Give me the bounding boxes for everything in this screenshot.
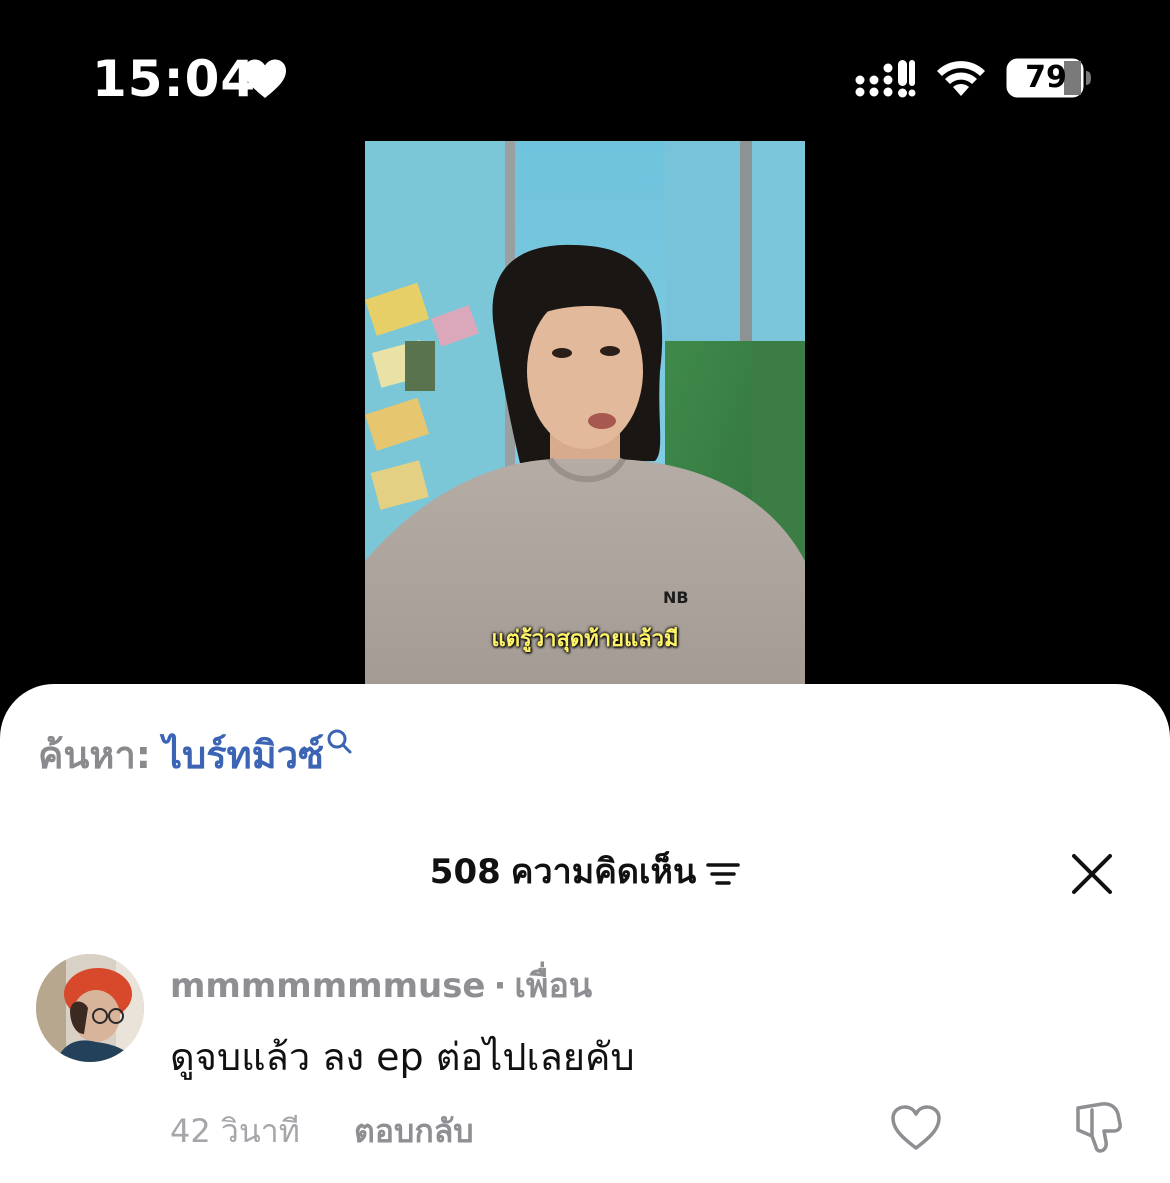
sort-icon[interactable] <box>706 859 740 889</box>
search-term-link[interactable]: ไบร์ทมิวซ์ <box>163 733 324 777</box>
comments-header: 508 ความคิดเห็น <box>0 844 1170 898</box>
heart-icon <box>244 59 286 98</box>
reply-button[interactable]: ตอบกลับ <box>354 1106 474 1157</box>
avatar-image <box>36 954 144 1062</box>
heart-outline-icon[interactable] <box>890 1104 942 1152</box>
separator-dot: · <box>493 966 507 1006</box>
screen: 15:04 79 NB แต่รู้ว่าสุดท้ายแล้วมี ค้นหา… <box>0 0 1170 1183</box>
signal-icon <box>855 60 916 98</box>
thumbs-down-icon[interactable] <box>1072 1100 1126 1154</box>
avatar[interactable] <box>36 954 144 1062</box>
comment-count: 508 <box>429 852 501 892</box>
friend-badge: เพื่อน <box>514 966 593 1006</box>
comment-count-label: ความคิดเห็น <box>510 852 697 892</box>
status-time: 15:04 <box>92 50 257 108</box>
search-icon <box>327 729 352 754</box>
comment-text: ดูจบแล้ว ลง ep ต่อไปเลยคับ <box>170 1035 635 1079</box>
search-suggestion[interactable]: ค้นหา: ไบร์ทมิวซ์ <box>38 724 352 784</box>
status-bar: 15:04 79 <box>0 0 1170 140</box>
wifi-icon <box>937 61 985 96</box>
comment-username-row: mmmmmmmuse · เพื่อน <box>170 958 592 1012</box>
comments-sheet: ค้นหา: ไบร์ทมิวซ์ 508 ความคิดเห็น mmmmmm… <box>0 684 1170 1183</box>
close-icon[interactable] <box>1070 852 1114 896</box>
battery-level: 79 <box>1025 60 1067 95</box>
video-player[interactable]: NB แต่รู้ว่าสุดท้ายแล้วมี <box>365 141 805 701</box>
comment-item: mmmmmmmuse · เพื่อน ดูจบแล้ว ลง ep ต่อไปเล… <box>36 954 1146 1154</box>
comment-username[interactable]: mmmmmmmuse <box>170 966 486 1006</box>
svg-text:NB: NB <box>663 588 689 607</box>
video-frame-image: NB <box>365 141 805 701</box>
search-prefix: ค้นหา: <box>38 733 151 777</box>
video-subtitle: แต่รู้ว่าสุดท้ายแล้วมี <box>491 627 679 652</box>
comment-timestamp: 42 วินาที <box>170 1112 300 1150</box>
